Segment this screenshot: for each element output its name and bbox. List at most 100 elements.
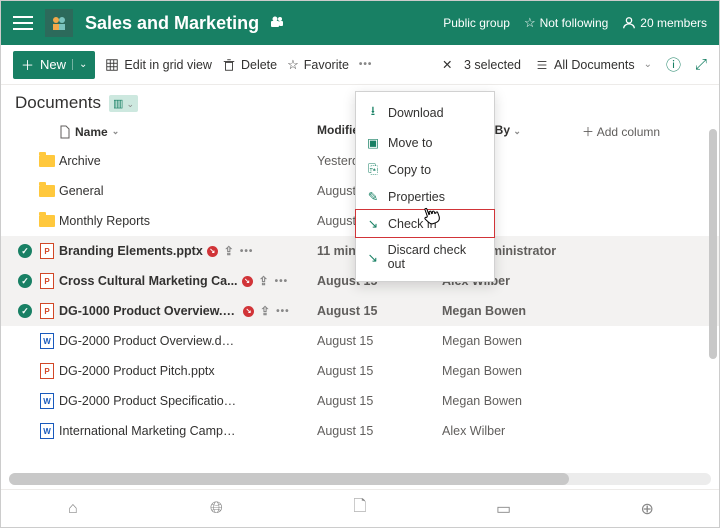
- file-name[interactable]: Archive: [59, 154, 101, 168]
- group-privacy[interactable]: Public group: [443, 16, 510, 30]
- folder-icon: [39, 155, 55, 167]
- file-name[interactable]: DG-2000 Product Specification.docx: [59, 394, 239, 408]
- members-button[interactable]: 20 members: [622, 16, 707, 30]
- nav-files-icon[interactable]: 🗋: [349, 495, 371, 522]
- selection-label: 3 selected: [464, 58, 521, 72]
- teams-icon[interactable]: [269, 14, 285, 33]
- favorite-label: Favorite: [304, 58, 349, 72]
- horizontal-scrollbar[interactable]: [9, 473, 711, 485]
- hamburger-icon[interactable]: [13, 16, 33, 30]
- menu-move-to[interactable]: ▣Move to: [356, 129, 494, 156]
- modified-date: August 15: [317, 334, 442, 348]
- close-icon: ✕: [442, 57, 452, 72]
- row-overflow-icon[interactable]: •••: [275, 276, 289, 287]
- pptx-icon: P: [40, 243, 54, 259]
- move-icon: ▣: [366, 135, 380, 150]
- checkmark-icon[interactable]: ✓: [18, 274, 32, 288]
- grid-icon: [105, 58, 119, 72]
- site-logo[interactable]: [45, 9, 73, 37]
- properties-icon: ✎: [366, 189, 380, 204]
- expand-icon[interactable]: ⤢: [695, 56, 707, 73]
- modified-date: August 15: [317, 304, 442, 318]
- row-overflow-icon[interactable]: •••: [240, 246, 254, 257]
- share-icon[interactable]: ⇪: [259, 274, 269, 288]
- overflow-button[interactable]: •••: [359, 59, 373, 70]
- chevron-down-icon: ⌄: [513, 126, 521, 136]
- check-in-icon: ↘: [366, 216, 380, 231]
- copy-icon: ⎘: [366, 162, 380, 177]
- file-icon: [59, 125, 71, 139]
- edit-grid-button[interactable]: Edit in grid view: [105, 58, 212, 72]
- delete-button[interactable]: Delete: [222, 58, 277, 72]
- file-name[interactable]: DG-2000 Product Overview.docx: [59, 334, 239, 348]
- new-button[interactable]: ＋ New ⌄: [13, 51, 95, 79]
- folder-icon: [39, 185, 55, 197]
- chevron-down-icon: ⌄: [644, 59, 652, 70]
- modified-by: Megan Bowen: [442, 364, 582, 378]
- site-title[interactable]: Sales and Marketing: [85, 13, 259, 34]
- view-label: All Documents: [554, 58, 635, 72]
- menu-copy-label: Copy to: [388, 163, 431, 177]
- pptx-icon: P: [40, 363, 54, 379]
- file-name[interactable]: Branding Elements.pptx: [59, 244, 203, 258]
- file-name[interactable]: Cross Cultural Marketing Ca...: [59, 274, 238, 288]
- file-name[interactable]: General: [59, 184, 103, 198]
- nav-home-icon[interactable]: ⌂: [62, 500, 84, 518]
- share-icon[interactable]: ⇪: [260, 304, 270, 318]
- file-name[interactable]: International Marketing Campaigns.docx: [59, 424, 239, 438]
- menu-download-label: Download: [388, 106, 444, 120]
- pptx-icon: P: [40, 303, 54, 319]
- table-row[interactable]: W DG-2000 Product Specification.docx Augus…: [1, 386, 719, 416]
- modified-by: Megan Bowen: [442, 304, 582, 318]
- docx-icon: W: [40, 393, 54, 409]
- share-icon[interactable]: ⇪: [224, 244, 234, 258]
- modified-date: August 15: [317, 394, 442, 408]
- file-name[interactable]: DG-2000 Product Pitch.pptx: [59, 364, 215, 378]
- checked-out-icon: ↘: [207, 246, 218, 257]
- file-name[interactable]: Monthly Reports: [59, 214, 150, 228]
- vertical-scrollbar[interactable]: [707, 89, 717, 429]
- menu-discard-checkout[interactable]: ↘ Discard check out: [356, 237, 494, 277]
- nav-globe-icon[interactable]: 🌐︎: [205, 500, 227, 518]
- checked-out-icon: ↘: [243, 306, 254, 317]
- nav-add-icon[interactable]: ⊕: [636, 499, 658, 519]
- checkmark-icon[interactable]: ✓: [18, 304, 32, 318]
- column-name-label: Name: [75, 125, 108, 139]
- pptx-icon: P: [40, 273, 54, 289]
- new-button-label: New: [40, 57, 66, 72]
- library-dropdown-icon[interactable]: ▥ ⌄: [109, 95, 138, 112]
- edit-grid-label: Edit in grid view: [124, 58, 212, 72]
- selection-count[interactable]: ✕ 3 selected: [442, 57, 521, 72]
- command-bar: ＋ New ⌄ Edit in grid view Delete ☆ Favor…: [1, 45, 719, 85]
- plus-icon: ＋: [21, 55, 34, 74]
- table-row[interactable]: ✓ P DG-1000 Product Overview.p... ↘ ⇪ ••• Augu…: [1, 296, 719, 326]
- docx-icon: W: [40, 333, 54, 349]
- menu-discard-label: Discard check out: [388, 243, 484, 271]
- table-row[interactable]: WDG-2000 Product Overview.docxAugust 15M…: [1, 326, 719, 356]
- row-overflow-icon[interactable]: •••: [276, 306, 290, 317]
- add-column-button[interactable]: ＋ Add column: [582, 123, 660, 140]
- discard-icon: ↘: [366, 250, 380, 265]
- docx-icon: W: [40, 423, 54, 439]
- star-icon: ☆: [287, 57, 299, 73]
- info-icon[interactable]: ⓘ: [666, 54, 681, 75]
- modified-date: August 15: [317, 364, 442, 378]
- context-menu: ⭳Download ▣Move to ⎘Copy to ✎Properties …: [355, 91, 495, 282]
- table-row[interactable]: W International Marketing Campaigns.docx A…: [1, 416, 719, 446]
- chevron-down-icon: ⌄: [112, 126, 120, 137]
- follow-button[interactable]: ☆Not following: [524, 15, 608, 31]
- nav-page-icon[interactable]: ▭: [493, 499, 515, 519]
- menu-download[interactable]: ⭳Download: [356, 96, 494, 129]
- members-icon: [622, 16, 636, 30]
- menu-copy-to[interactable]: ⎘ Copy to: [356, 156, 494, 183]
- file-name[interactable]: DG-1000 Product Overview.p...: [59, 304, 239, 318]
- favorite-button[interactable]: ☆ Favorite: [287, 57, 349, 73]
- modified-date: August 15: [317, 424, 442, 438]
- delete-label: Delete: [241, 58, 277, 72]
- view-switcher[interactable]: All Documents ⌄: [535, 58, 652, 72]
- column-name[interactable]: Name ⌄: [59, 123, 317, 140]
- menu-properties-label: Properties: [388, 190, 445, 204]
- table-row[interactable]: P DG-2000 Product Pitch.pptx August 15Mega…: [1, 356, 719, 386]
- checkmark-icon[interactable]: ✓: [18, 244, 32, 258]
- list-icon: [535, 58, 549, 72]
